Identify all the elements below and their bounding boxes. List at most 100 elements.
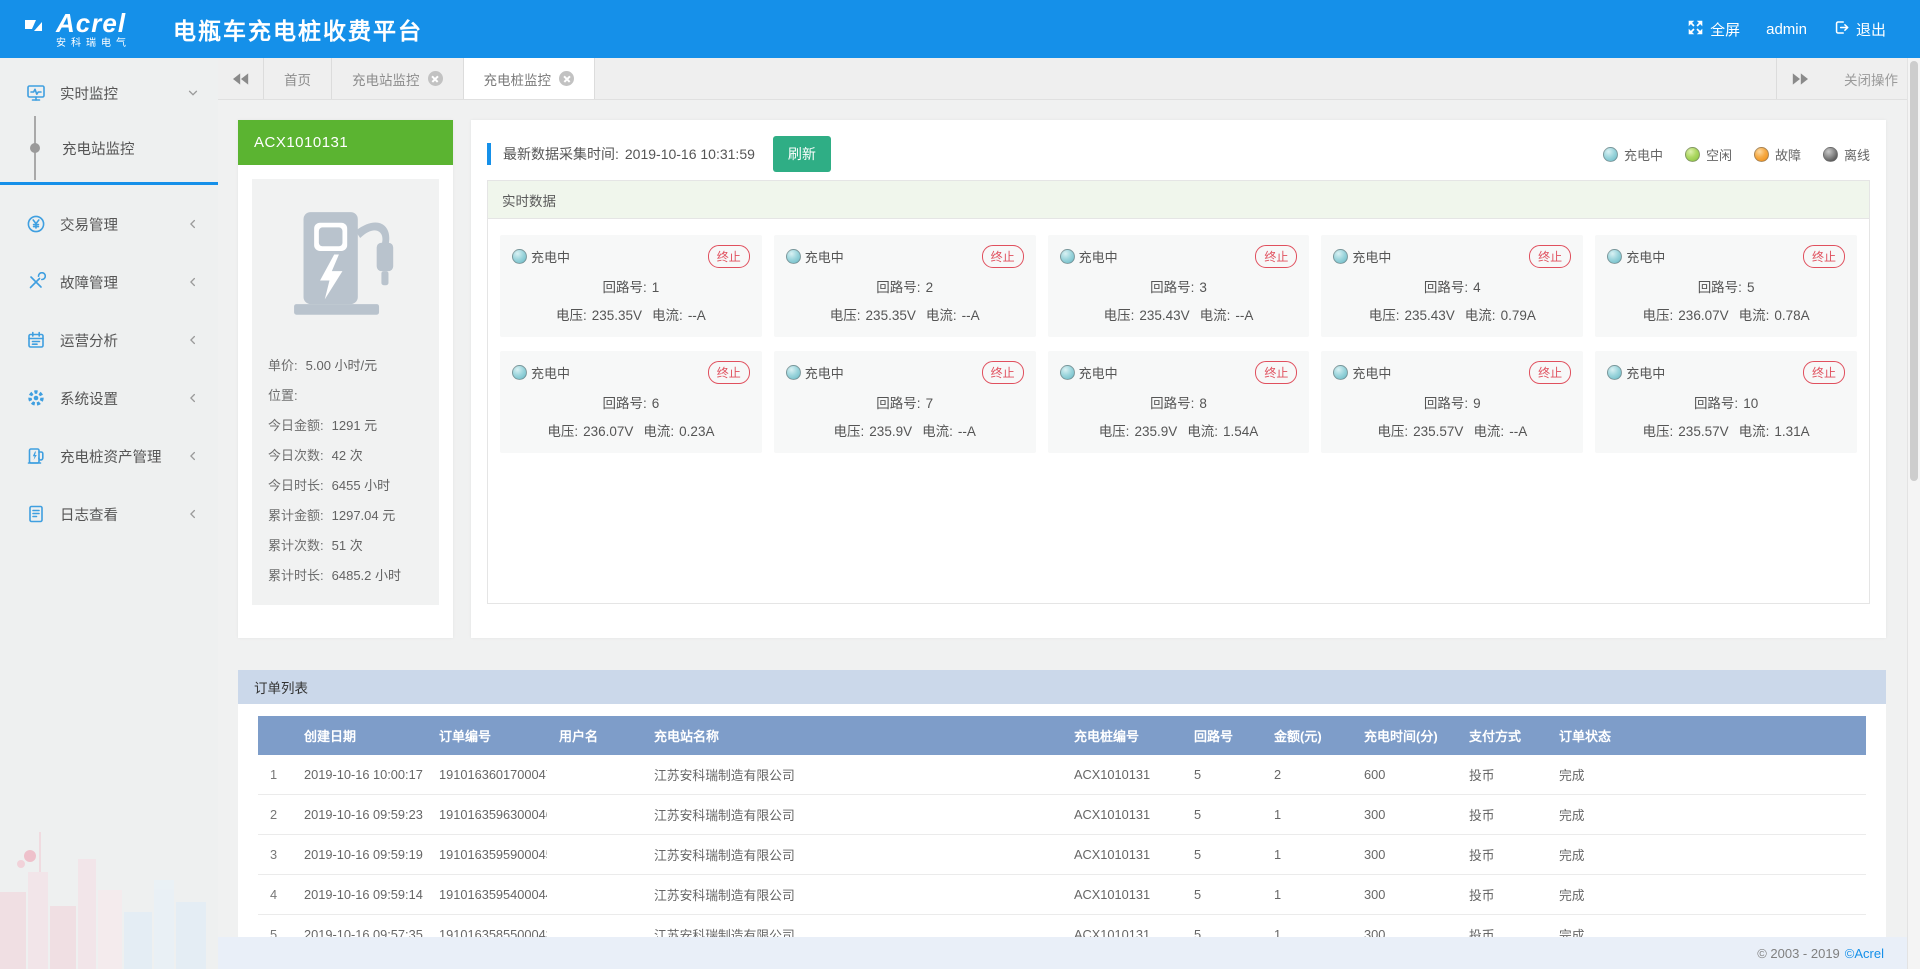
circuit-label: 回路号:: [876, 280, 920, 295]
column-header: 用户名: [547, 716, 642, 755]
table-row[interactable]: 4 2019-10-16 09:59:14 1910163595400044 江…: [258, 875, 1866, 915]
voltage-value: 236.07V: [1678, 308, 1728, 323]
column-header: 金额(元): [1262, 716, 1352, 755]
voltage-value: 235.9V: [1134, 424, 1177, 439]
stop-button[interactable]: 终止: [1255, 245, 1297, 268]
stat-label: 累计次数:: [268, 535, 324, 554]
cell-amount: 1: [1262, 835, 1352, 875]
acrel-logo-icon: [22, 16, 48, 42]
sidebar-item-logs[interactable]: 日志查看: [0, 485, 218, 543]
tab-home[interactable]: 首页: [264, 58, 332, 99]
circuit-label: 回路号:: [1424, 396, 1468, 411]
table-row[interactable]: 3 2019-10-16 09:59:19 1910163595900045 江…: [258, 835, 1866, 875]
user-menu[interactable]: admin: [1758, 17, 1815, 42]
circuit-number: 3: [1199, 280, 1207, 295]
tabs-scroll-right-button[interactable]: [1776, 58, 1822, 99]
device-stat-row: 今日次数: 42 次: [252, 439, 439, 469]
cell-pile-id: ACX1010131: [1062, 875, 1182, 915]
table-row[interactable]: 1 2019-10-16 10:00:17 1910163601700047 江…: [258, 755, 1866, 795]
current-label: 电流:: [1187, 424, 1218, 439]
channel-status-dot-icon: [786, 249, 801, 264]
electrical-line: 电压:236.07V电流:0.78A: [1607, 304, 1845, 324]
sidebar-item-fault[interactable]: 故障管理: [0, 253, 218, 311]
electrical-line: 电压:235.43V电流:--A: [1060, 304, 1298, 324]
tab-station-monitor[interactable]: 充电站监控: [332, 58, 464, 99]
vertical-scrollbar[interactable]: [1907, 58, 1920, 969]
cell-order-number: 1910163595900045: [427, 835, 547, 875]
current-value: --A: [1509, 424, 1527, 439]
sidebar-item-analysis[interactable]: 运营分析: [0, 311, 218, 369]
circuit-number: 2: [926, 280, 934, 295]
sidebar-item-settings[interactable]: 系统设置: [0, 369, 218, 427]
stop-button[interactable]: 终止: [1255, 361, 1297, 384]
cell-create-date: 2019-10-16 10:00:17: [292, 755, 427, 795]
channel-status: 充电中: [1626, 363, 1665, 382]
sidebar-subitem-label: 充电站监控: [62, 138, 135, 159]
stop-button[interactable]: 终止: [708, 361, 750, 384]
column-header: 充电桩编号: [1062, 716, 1182, 755]
channel-card: 充电中 终止 回路号:2 电压:235.35V电流:--A: [774, 235, 1036, 337]
cityscape-decoration: [0, 814, 218, 969]
table-row[interactable]: 2 2019-10-16 09:59:23 1910163596300046 江…: [258, 795, 1866, 835]
circuit-label: 回路号:: [1424, 280, 1468, 295]
electrical-line: 电压:235.9V电流:1.54A: [1060, 420, 1298, 440]
sidebar-item-realtime-monitor[interactable]: 实时监控: [0, 64, 218, 122]
cell-pay-method: 投币: [1457, 875, 1547, 915]
collect-time-value: 2019-10-16 10:31:59: [625, 146, 755, 162]
stop-button[interactable]: 终止: [982, 245, 1024, 268]
sidebar-item-label: 日志查看: [60, 504, 186, 525]
stop-button[interactable]: 终止: [1803, 245, 1845, 268]
refresh-button[interactable]: 刷新: [773, 136, 831, 172]
chevron-left-icon: [186, 391, 200, 405]
scrollbar-thumb[interactable]: [1910, 61, 1918, 481]
tab-close-icon[interactable]: [428, 71, 443, 86]
tabs-scroll-left-button[interactable]: [218, 58, 264, 99]
cell-pay-method: 投币: [1457, 755, 1547, 795]
cell-order-number: 1910163601700047: [427, 755, 547, 795]
current-label: 电流:: [1739, 308, 1770, 323]
cell-station-name: 江苏安科瑞制造有限公司: [642, 875, 1062, 915]
stat-label: 位置:: [268, 385, 298, 404]
legend-idle: 空闲: [1685, 145, 1732, 164]
orders-section: 订单列表 创建日期订单编号用户名充电站名称充电桩编号回路号金额(元)充电时间(分…: [238, 670, 1886, 955]
cell-username: [547, 795, 642, 835]
device-stat-row: 累计金额: 1297.04 元: [252, 499, 439, 529]
voltage-label: 电压:: [1369, 308, 1400, 323]
voltage-value: 235.57V: [1678, 424, 1728, 439]
current-label: 电流:: [1473, 424, 1504, 439]
sidebar-item-transaction[interactable]: 交易管理: [0, 195, 218, 253]
channel-card: 充电中 终止 回路号:4 电压:235.43V电流:0.79A: [1321, 235, 1583, 337]
sidebar-item-charging-station-monitor[interactable]: 充电站监控: [0, 122, 218, 174]
sidebar: 实时监控 充电站监控 交易管理: [0, 58, 218, 969]
cell-circuit: 5: [1182, 835, 1262, 875]
row-index: 2: [258, 795, 292, 835]
chevron-left-icon: [186, 275, 200, 289]
fullscreen-button[interactable]: 全屏: [1679, 15, 1748, 44]
sidebar-item-pile-assets[interactable]: 充电桩资产管理: [0, 427, 218, 485]
stop-button[interactable]: 终止: [1529, 245, 1571, 268]
circuit-label: 回路号:: [1698, 280, 1742, 295]
column-header: 回路号: [1182, 716, 1262, 755]
electrical-line: 电压:235.43V电流:0.79A: [1333, 304, 1571, 324]
cell-station-name: 江苏安科瑞制造有限公司: [642, 835, 1062, 875]
cell-charge-minutes: 300: [1352, 875, 1457, 915]
log-icon: [26, 504, 46, 524]
voltage-label: 电压:: [1099, 424, 1130, 439]
voltage-label: 电压:: [1643, 308, 1674, 323]
tab-pile-monitor[interactable]: 充电桩监控: [464, 58, 596, 99]
circuit-label: 回路号:: [876, 396, 920, 411]
stop-button[interactable]: 终止: [1529, 361, 1571, 384]
legend-fault: 故障: [1754, 145, 1801, 164]
username: admin: [1766, 21, 1807, 38]
stop-button[interactable]: 终止: [982, 361, 1024, 384]
voltage-label: 电压:: [1643, 424, 1674, 439]
stop-button[interactable]: 终止: [1803, 361, 1845, 384]
footer-brand-link[interactable]: ©Acrel: [1845, 946, 1884, 961]
tab-close-icon[interactable]: [559, 71, 574, 86]
stat-label: 今日时长:: [268, 475, 324, 494]
row-index: 3: [258, 835, 292, 875]
logout-button[interactable]: 退出: [1825, 15, 1894, 44]
stop-button[interactable]: 终止: [708, 245, 750, 268]
close-operations-button[interactable]: 关闭操作: [1822, 58, 1920, 99]
row-index: 4: [258, 875, 292, 915]
